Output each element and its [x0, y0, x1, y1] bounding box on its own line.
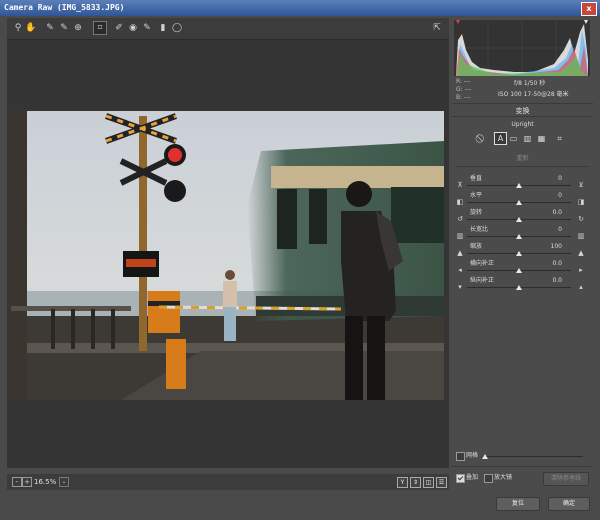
title-bar: Camera Raw (IMG_5833.JPG) x: [0, 0, 600, 16]
divider: [452, 116, 593, 117]
horizontal-right-icon: ◨: [577, 198, 585, 206]
color-sampler-tool-icon[interactable]: ✎: [58, 22, 70, 34]
slider-label: 纵向补正: [470, 277, 495, 284]
g-readout: G: ---: [456, 86, 472, 93]
adjustment-brush-tool-icon[interactable]: ✎: [141, 22, 153, 34]
slider-thumb[interactable]: [516, 285, 522, 290]
hand-tool-icon[interactable]: ✋: [25, 22, 37, 34]
exif-info: R: --- G: --- B: --- f/8 1/50 秒 ISO 100 …: [456, 78, 590, 104]
grid-label: 网格: [466, 452, 479, 459]
white-balance-tool-icon[interactable]: ✎: [44, 22, 56, 34]
copy-settings-icon[interactable]: ◫: [423, 477, 434, 488]
slider-label: 水平: [470, 192, 483, 199]
grid-checkbox[interactable]: [456, 452, 465, 461]
reset-button[interactable]: 复位: [496, 497, 540, 511]
overlay-label: 叠加: [466, 474, 479, 481]
slider-label: 旋转: [470, 209, 483, 216]
x-offset-right-icon: ▸: [579, 266, 583, 274]
zoom-in-button[interactable]: +: [22, 477, 32, 487]
upright-title: Upright: [511, 121, 534, 128]
grid-size-thumb[interactable]: [482, 454, 488, 459]
photo-preview[interactable]: [11, 111, 444, 400]
zoom-tool-icon[interactable]: ⚲: [12, 22, 24, 34]
slider-label: 横向补正: [470, 260, 495, 267]
zoom-dropdown-icon[interactable]: ⌄: [59, 477, 69, 487]
vertical-left-icon: ⊼: [457, 181, 463, 189]
vertical-right-icon: ⊻: [578, 181, 584, 189]
loupe-label: 放大镜: [494, 474, 513, 481]
upright-full-icon[interactable]: ▦: [536, 133, 547, 144]
spot-removal-tool-icon[interactable]: ✐: [113, 22, 125, 34]
zoom-level: 16.5%: [34, 478, 57, 486]
horizontal-left-icon: ◧: [456, 198, 464, 206]
slider-thumb[interactable]: [516, 234, 522, 239]
slider-value[interactable]: 0: [548, 175, 562, 183]
divider: [452, 466, 593, 467]
clear-guides-button[interactable]: 清除参考线: [543, 472, 589, 486]
targeted-adjustment-tool-icon[interactable]: ⊕: [72, 22, 84, 34]
b-readout: B: ---: [456, 94, 471, 101]
crop-tool-icon[interactable]: ⌗: [93, 21, 107, 35]
slider-value[interactable]: 0.0: [548, 260, 562, 268]
slider-thumb[interactable]: [516, 200, 522, 205]
slider-thumb[interactable]: [516, 268, 522, 273]
slider-value[interactable]: 0: [548, 192, 562, 200]
aspect-right-icon: ▥: [577, 232, 585, 240]
slider-thumb[interactable]: [516, 183, 522, 188]
close-button[interactable]: x: [581, 2, 597, 16]
slider-thumb[interactable]: [516, 217, 522, 222]
exif-iso-lens: ISO 100 17-50@28 毫米: [498, 91, 569, 98]
exif-aperture-shutter: f/8 1/50 秒: [514, 80, 546, 87]
rotate-left-icon: ↺: [457, 215, 463, 223]
slider-thumb[interactable]: [516, 251, 522, 256]
slider-value[interactable]: 0.0: [548, 209, 562, 217]
upright-auto-button[interactable]: A: [494, 132, 507, 145]
photo-image: [11, 111, 444, 400]
scale-small-icon: ▲: [457, 249, 463, 257]
red-eye-tool-icon[interactable]: ◉: [127, 22, 139, 34]
loupe-checkbox[interactable]: [484, 474, 493, 483]
histogram: [454, 20, 590, 76]
slider-value[interactable]: 0.0: [548, 277, 562, 285]
zoom-out-button[interactable]: -: [12, 477, 22, 487]
scale-large-icon: ▲: [578, 249, 584, 257]
slider-label: 长宽比: [470, 226, 489, 233]
graduated-filter-tool-icon[interactable]: ▮: [157, 22, 169, 34]
slider-label: 垂直: [470, 175, 483, 182]
aspect-left-icon: ▥: [456, 232, 464, 240]
toggle-settings-icon[interactable]: ☰: [436, 477, 447, 488]
swap-settings-icon[interactable]: ⇕: [410, 477, 421, 488]
y-offset-down-icon: ▾: [458, 283, 462, 291]
y-offset-up-icon: ▴: [579, 283, 583, 291]
window-title: Camera Raw (IMG_5833.JPG): [4, 3, 125, 12]
divider: [456, 166, 589, 167]
slider-label: 缩放: [470, 243, 483, 250]
open-preferences-icon[interactable]: ⇱: [431, 22, 443, 34]
upright-off-icon[interactable]: ⃠: [476, 133, 487, 144]
grid-size-slider[interactable]: [483, 456, 583, 457]
reanalyze-link[interactable]: 重新: [452, 153, 593, 162]
divider: [452, 103, 593, 104]
rotate-right-icon: ↻: [578, 215, 584, 223]
x-offset-left-icon: ◂: [458, 266, 462, 274]
transform-section-title: 变换: [515, 107, 530, 115]
slider-value[interactable]: 0: [548, 226, 562, 234]
r-readout: R: ---: [456, 78, 471, 85]
before-after-y-icon[interactable]: Y: [397, 477, 408, 488]
overlay-checkbox[interactable]: [456, 474, 465, 483]
slider-value[interactable]: 100: [548, 243, 562, 251]
upright-level-icon[interactable]: ▭: [508, 133, 519, 144]
radial-filter-tool-icon[interactable]: ◯: [171, 22, 183, 34]
upright-guided-icon[interactable]: ⌗: [554, 133, 565, 144]
upright-vertical-icon[interactable]: ▥: [522, 133, 533, 144]
tool-bar: ⚲ ✋ ✎ ✎ ⊕ ⌗ ✐ ◉ ✎ ▮ ◯ ⇱: [7, 18, 449, 40]
ok-button[interactable]: 确定: [548, 497, 590, 511]
zoom-bar: - + 16.5% ⌄ Y ⇕ ◫ ☰: [7, 474, 449, 490]
histogram-graph: [454, 20, 590, 76]
